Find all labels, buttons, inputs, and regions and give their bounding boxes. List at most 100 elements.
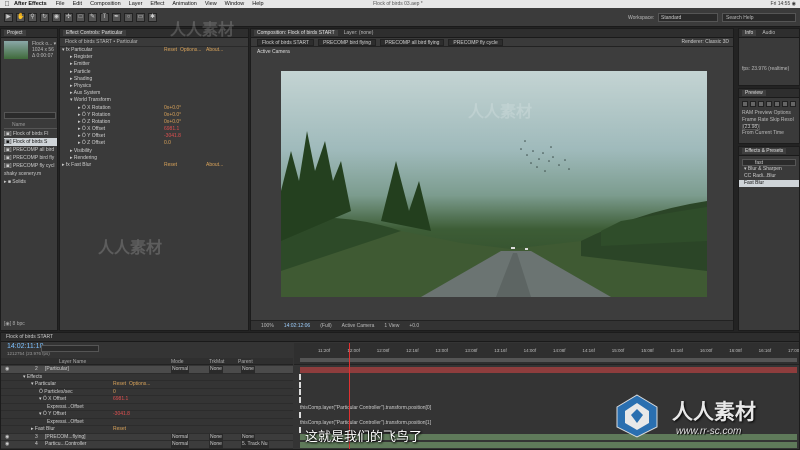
tab-timeline[interactable]: Flock of birds START — [6, 334, 53, 340]
layer-mode-select[interactable]: Normal — [171, 441, 190, 449]
layer-trkmat-select[interactable]: None — [209, 366, 223, 374]
project-item[interactable]: [▣] PRECOMP bird fly — [4, 154, 57, 162]
last-frame-icon[interactable] — [774, 101, 780, 107]
layer-mode-select[interactable]: Normal — [171, 433, 190, 441]
effect-reset-link[interactable]: Reset — [164, 162, 177, 169]
work-area-bar[interactable] — [300, 358, 797, 362]
timeline-layer-row[interactable]: ◉ 4 Particu...Controller Normal None 5. Track… — [1, 441, 293, 449]
layer-parent-select[interactable]: 5. Track Nu — [241, 441, 269, 449]
timeline-property-row[interactable]: ▾ Particular Reset Options... — [1, 381, 293, 389]
play-icon[interactable] — [758, 101, 764, 107]
layer-parent-select[interactable]: None — [241, 433, 255, 441]
comp-timecode[interactable]: 14:02:12:06 — [284, 323, 310, 329]
project-item[interactable]: [▣] PRECOMP all bird — [4, 146, 57, 154]
pen-tool-icon[interactable]: ✎ — [88, 13, 97, 22]
timeline-layer-row[interactable]: ◉ 3 [PRECOM...flying] Normal None None — [1, 433, 293, 442]
effects-search-input[interactable]: fast — [742, 159, 796, 166]
effect-property-row[interactable]: ▸ Rendering — [60, 155, 248, 162]
timeline-property-row[interactable]: ▸ Fast Blur Reset — [1, 426, 293, 434]
timeline-timecode[interactable]: 14:02:11:10 — [7, 343, 43, 350]
menu-composition[interactable]: Composition — [90, 1, 121, 7]
brush-tool-icon[interactable]: ✒ — [112, 13, 121, 22]
effect-property-value[interactable]: -3041.8 — [164, 133, 181, 140]
mask-tool-icon[interactable]: □ — [76, 13, 85, 22]
effect-property-row[interactable]: ▸ Register — [60, 54, 248, 61]
resolution-select[interactable]: (Full) — [320, 323, 331, 329]
keyframe-marker[interactable] — [299, 411, 301, 418]
keyframe-marker[interactable] — [299, 396, 301, 403]
apple-icon[interactable]:  — [0, 1, 14, 8]
zoom-tool-icon[interactable]: ⚲ — [28, 13, 37, 22]
layer-duration-bar[interactable] — [300, 366, 797, 373]
comp-tab-flock-start[interactable]: Flock of birds START — [257, 38, 315, 46]
effect-property-row[interactable]: ▸ Visibility — [60, 148, 248, 155]
effect-about-link[interactable]: About... — [206, 47, 223, 54]
first-frame-icon[interactable] — [742, 101, 748, 107]
hand-tool-icon[interactable]: ✋ — [16, 13, 25, 22]
layer-mode-select[interactable]: Normal — [171, 366, 190, 374]
effect-property-row[interactable]: ▸ Shading — [60, 76, 248, 83]
layer-name[interactable]: [PRECOM...flying] — [45, 434, 86, 442]
timeline-property-value[interactable]: -3041.8 — [113, 411, 130, 419]
keyframe-marker[interactable] — [299, 426, 301, 433]
timeline-search-input[interactable] — [41, 345, 99, 352]
ram-preview-icon[interactable] — [790, 101, 796, 107]
menu-animation[interactable]: Animation — [172, 1, 196, 7]
col-mode[interactable]: Mode — [171, 359, 184, 365]
timeline-property-row[interactable]: ▾ Ö Y Offset -3041.8 — [1, 411, 293, 419]
type-tool-icon[interactable]: T — [100, 13, 109, 22]
visibility-eye-icon[interactable]: ◉ — [5, 366, 9, 374]
effect-property-row[interactable]: ▸ Particle — [60, 69, 248, 76]
effect-property-row[interactable]: ▸ Ö Z Offset 0.0 — [60, 140, 248, 147]
comp-tab-bird-flying[interactable]: PRECOMP bird flying — [318, 38, 377, 46]
menu-effect[interactable]: Effect — [150, 1, 164, 7]
bit-depth-button[interactable]: [◉] 8 bpc — [4, 321, 25, 327]
layer-parent-select[interactable]: None — [241, 366, 255, 374]
effect-property-row[interactable]: ▸ Ö Y Rotation 0x+0.0° — [60, 112, 248, 119]
from-current-time-checkbox[interactable]: From Current Time — [739, 130, 799, 137]
project-item[interactable]: [▣] Flock of birds FI — [4, 130, 57, 138]
camera-tool-icon[interactable]: ◉ — [52, 13, 61, 22]
effect-property-value[interactable]: 0x+0.0° — [164, 105, 181, 112]
layer-name[interactable]: Particu...Controller — [45, 441, 86, 449]
next-frame-icon[interactable] — [766, 101, 772, 107]
effect-property-row[interactable]: ▸ Ö Z Rotation 0x+0.0° — [60, 119, 248, 126]
workspace-select[interactable]: Standard — [658, 13, 718, 22]
timeline-property-row[interactable]: Expressi...Offset — [1, 404, 293, 411]
effects-list-item[interactable]: CC Radi...Blur — [739, 173, 799, 180]
clone-tool-icon[interactable]: ○ — [124, 13, 133, 22]
effect-property-value[interactable]: 0x+0.0° — [164, 119, 181, 126]
effect-property-row[interactable]: ▾ World Transform — [60, 97, 248, 104]
menu-window[interactable]: Window — [225, 1, 245, 7]
visibility-eye-icon[interactable]: ◉ — [5, 441, 9, 449]
timeline-property-value[interactable]: 0 — [113, 389, 116, 397]
tab-info[interactable]: Info — [742, 30, 757, 36]
project-item[interactable]: [▣] PRECOMP fly cycl — [4, 162, 57, 170]
effect-property-value[interactable]: 6981.1 — [164, 126, 179, 133]
layer-trkmat-select[interactable]: None — [209, 441, 223, 449]
renderer-select[interactable]: Renderer: Classic 3D — [681, 39, 729, 45]
layer-trkmat-select[interactable]: None — [209, 433, 223, 441]
effect-about-link[interactable]: About... — [206, 162, 223, 169]
project-item[interactable]: [▣] Flock of birds S — [4, 138, 57, 146]
menu-file[interactable]: File — [56, 1, 65, 7]
col-parent[interactable]: Parent — [238, 359, 253, 365]
tab-layer[interactable]: Layer: (none) — [344, 30, 374, 36]
tab-project[interactable]: Project — [4, 30, 26, 36]
timeline-options-link[interactable]: Options... — [129, 381, 150, 389]
timeline-layer-row[interactable]: ◉ 2 [Particular] Normal None None — [1, 366, 293, 374]
visibility-eye-icon[interactable]: ◉ — [5, 434, 9, 442]
project-item[interactable]: ▸ ■ Solids — [4, 178, 57, 186]
project-item[interactable]: shaky scenery.m — [4, 170, 57, 178]
timeline-reset-link[interactable]: Reset — [113, 426, 126, 434]
effect-property-row[interactable]: ▸ Physics — [60, 83, 248, 90]
timeline-property-row[interactable]: Expressi...Offset — [1, 419, 293, 426]
menu-view[interactable]: View — [205, 1, 217, 7]
effect-property-row[interactable]: ▾ fx Particular Reset Options... About... — [60, 47, 248, 54]
timeline-property-row[interactable]: Ö Particles/sec 0 — [1, 389, 293, 397]
search-help-input[interactable]: Search Help — [722, 13, 796, 22]
zoom-select[interactable]: 100% — [261, 323, 274, 329]
expression-text[interactable]: thisComp.layer("Particular Controller").… — [300, 420, 431, 426]
menu-edit[interactable]: Edit — [73, 1, 82, 7]
keyframe-marker[interactable] — [299, 389, 301, 396]
